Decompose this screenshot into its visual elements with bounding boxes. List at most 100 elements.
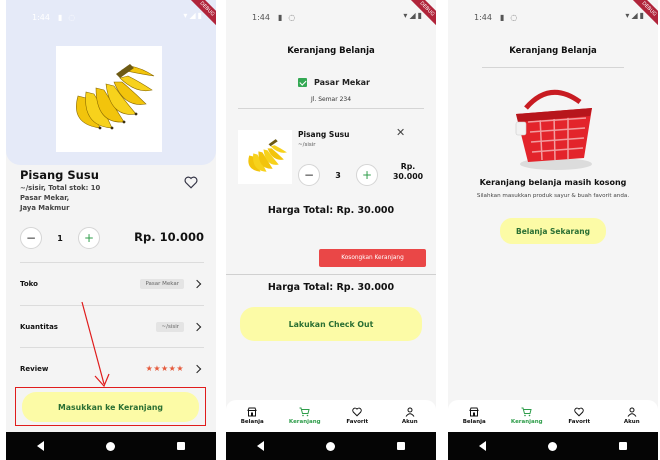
favorite-button[interactable] — [184, 174, 198, 193]
battery-icon: ▮ — [417, 11, 422, 20]
cart-screen: 1:44 ▮ ◌ ▾ ◢ ▮ DEBUG Keranjang Belanja P… — [226, 0, 436, 460]
heart-icon — [184, 176, 198, 189]
tab-label: Keranjang — [288, 419, 321, 425]
wifi-icon: ▾ — [183, 11, 188, 20]
increment-button[interactable]: + — [356, 164, 378, 186]
tab-akun[interactable]: Akun — [388, 407, 432, 425]
product-name: Pisang Susu — [20, 168, 99, 182]
tab-favorit[interactable]: Favorit — [335, 407, 379, 425]
signal-icon: ◢ — [189, 11, 196, 20]
shop-icon — [247, 407, 257, 417]
recents-icon[interactable] — [619, 442, 627, 450]
wifi-icon: ▾ — [625, 11, 630, 20]
signal-icon: ◢ — [631, 11, 638, 20]
item-name: Pisang Susu — [298, 130, 350, 139]
increment-button[interactable]: + — [78, 227, 100, 249]
tab-akun[interactable]: Akun — [610, 407, 654, 425]
product-meta: ~/sisir, Total stok: 10 Pasar Mekar, Jay… — [20, 183, 130, 213]
heart-icon — [574, 407, 584, 417]
android-nav-bar — [226, 432, 436, 460]
chevron-right-icon — [192, 279, 202, 288]
status-time: 1:44 — [32, 12, 50, 22]
person-icon — [627, 407, 637, 417]
item-price-amount: 30.000 — [392, 172, 424, 181]
cart-icon — [299, 407, 310, 417]
unit-chip: ~/sisir — [156, 321, 184, 332]
cart-icon — [521, 407, 532, 417]
cart-item: Pisang Susu ~/sisir ✕ − 3 + Rp. 30.000 — [226, 122, 436, 202]
recents-icon[interactable] — [177, 442, 185, 450]
divider — [226, 274, 436, 275]
home-icon[interactable] — [106, 441, 115, 451]
home-icon[interactable] — [326, 441, 335, 451]
page-title: Keranjang Belanja — [287, 46, 375, 56]
product-detail-screen: 1:44 ▮ ◌ ▾ ◢ ▮ DEBUG Pisang Susu ~/sisir… — [6, 0, 216, 460]
item-thumbnail — [238, 130, 292, 184]
android-nav-bar — [448, 432, 658, 460]
quantity-stepper: − 1 + — [20, 227, 100, 249]
page-title: Keranjang Belanja — [509, 46, 597, 56]
tab-label: Belanja — [240, 419, 264, 425]
tab-label: Favorit — [346, 419, 369, 425]
checkout-button[interactable]: Lakukan Check Out — [240, 307, 422, 341]
battery-icon: ▮ — [197, 11, 202, 20]
sim-icon: ▮ — [277, 12, 283, 22]
empty-cart-hint: Silahkan masukkan produk sayur & buah fa… — [476, 193, 630, 199]
tab-belanja[interactable]: Belanja — [452, 407, 496, 425]
sync-icon: ◌ — [288, 12, 296, 22]
store-chip: Pasar Mekar — [140, 278, 184, 289]
chevron-right-icon — [192, 364, 202, 373]
bottom-tab-bar: Belanja Keranjang Favorit Akun — [448, 400, 658, 432]
product-price: Rp. 10.000 — [134, 230, 204, 244]
empty-basket-illustration — [515, 89, 592, 170]
shop-now-button[interactable]: Belanja Sekarang — [500, 218, 606, 244]
tab-keranjang[interactable]: Keranjang — [505, 407, 549, 425]
decrement-button[interactable]: − — [20, 227, 42, 249]
total-price-footer: Harga Total: Rp. 30.000 — [267, 282, 395, 293]
shop-icon — [469, 407, 479, 417]
android-nav-bar — [6, 432, 216, 460]
clear-cart-button[interactable]: Kosongkan Keranjang — [319, 249, 426, 267]
person-icon — [405, 407, 415, 417]
item-unit: ~/sisir — [298, 142, 316, 148]
decrement-button[interactable]: − — [298, 164, 320, 186]
banana-image — [248, 139, 287, 172]
wifi-icon: ▾ — [403, 11, 408, 20]
back-icon[interactable] — [479, 441, 486, 451]
product-store: Pasar Mekar, — [20, 194, 70, 202]
annotation-arrow — [81, 301, 110, 388]
tab-label: Akun — [401, 419, 418, 425]
quantity-value: 3 — [335, 170, 341, 180]
product-image — [56, 46, 162, 152]
store-address: Jl. Semar 234 — [310, 96, 352, 103]
status-time: 1:44 — [252, 12, 270, 22]
banana-image — [76, 64, 155, 130]
empty-cart-message: Keranjang belanja masih kosong — [479, 178, 627, 187]
divider — [238, 108, 424, 109]
tab-favorit[interactable]: Favorit — [557, 407, 601, 425]
store-select[interactable]: Pasar Mekar — [298, 78, 370, 87]
empty-cart-screen: 1:44 ▮ ◌ ▾ ◢ ▮ DEBUG Keranjang Belanja K… — [448, 0, 658, 460]
signal-icon: ◢ — [409, 11, 416, 20]
back-icon[interactable] — [37, 441, 44, 451]
row-store[interactable]: Toko Pasar Mekar — [20, 262, 204, 304]
divider — [482, 67, 624, 68]
battery-icon: ▮ — [639, 11, 644, 20]
item-price: Rp. 30.000 — [386, 162, 430, 182]
recents-icon[interactable] — [397, 442, 405, 450]
tab-label: Belanja — [462, 419, 486, 425]
chevron-right-icon — [192, 322, 202, 331]
screenshot-stage: 1:44 ▮ ◌ ▾ ◢ ▮ DEBUG Pisang Susu ~/sisir… — [0, 0, 660, 460]
bottom-tab-bar: Belanja Keranjang Favorit Akun — [226, 400, 436, 432]
home-icon[interactable] — [548, 441, 557, 451]
tab-keranjang[interactable]: Keranjang — [283, 407, 327, 425]
tab-belanja[interactable]: Belanja — [230, 407, 274, 425]
remove-item-close-icon[interactable]: ✕ — [396, 126, 405, 139]
quantity-value: 1 — [57, 233, 63, 243]
add-to-cart-button[interactable]: Masukkan ke Keranjang — [22, 392, 199, 422]
tab-label: Favorit — [568, 419, 591, 425]
sync-icon: ◌ — [510, 12, 518, 22]
store-checkbox[interactable] — [298, 78, 307, 87]
tab-label: Keranjang — [510, 419, 543, 425]
back-icon[interactable] — [257, 441, 264, 451]
